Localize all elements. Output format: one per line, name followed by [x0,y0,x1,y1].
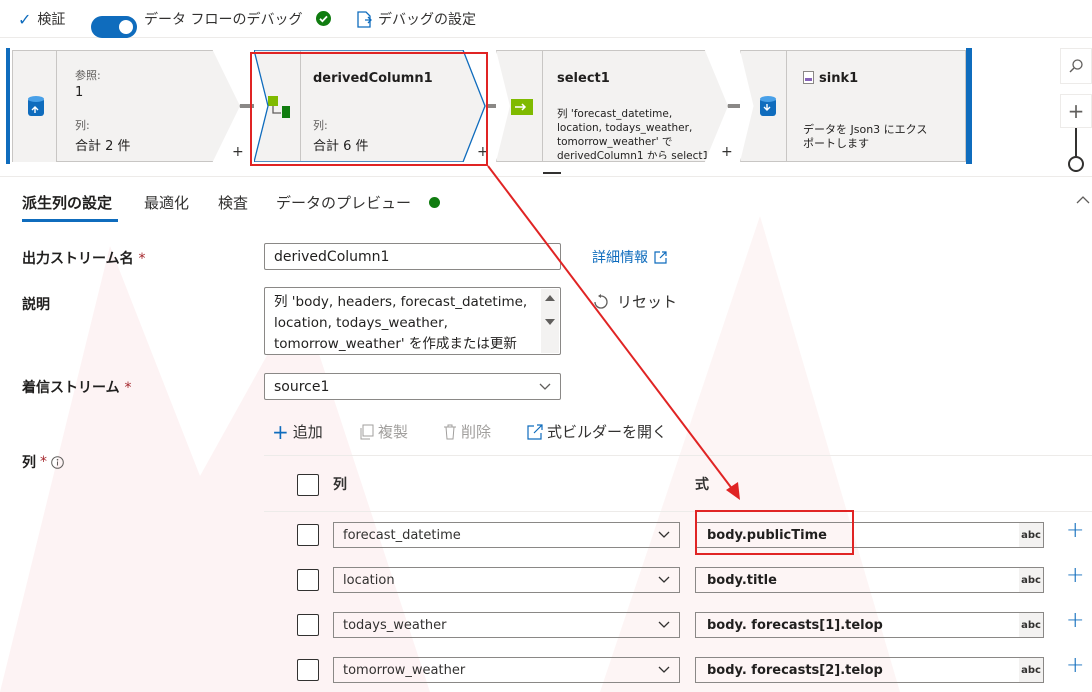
annotation-arrow [487,165,740,500]
